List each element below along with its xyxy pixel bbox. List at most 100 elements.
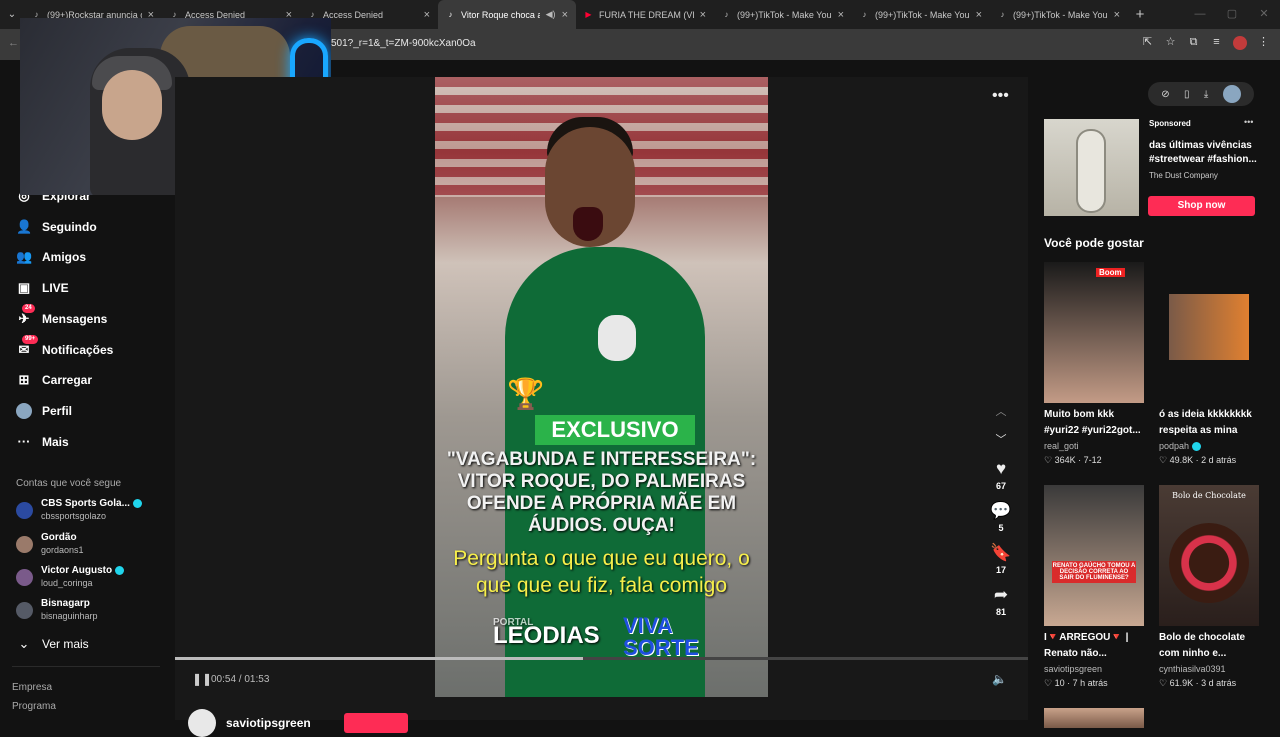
new-tab-icon[interactable]: + xyxy=(1128,6,1152,23)
nav-mensagens[interactable]: ✈ 24 Mensagens xyxy=(16,304,108,327)
tab-title: Vitor Roque choca ao xyxy=(461,9,540,20)
phone-icon[interactable]: ▯ xyxy=(1184,89,1190,100)
recommendation-card[interactable] xyxy=(1044,708,1144,728)
toolbar-pill: ⊘ ▯ ⤓ xyxy=(1148,82,1254,106)
heart-icon: ♥ xyxy=(995,459,1007,478)
notifications-icon: ✉ 99+ xyxy=(16,335,39,358)
tab-title: Access Denied xyxy=(323,9,384,20)
video-frame[interactable]: 🏆 EXCLUSIVO "VAGABUNDA E INTERESSEIRA": … xyxy=(435,77,768,697)
following-account[interactable]: CBS Sports Gola... cbssportsgolazo xyxy=(16,498,142,522)
close-icon[interactable]: × xyxy=(424,9,430,21)
browser-tab[interactable]: ♪ (99+)TikTok - Make Your × xyxy=(852,0,990,29)
download-icon[interactable]: ⤓ xyxy=(1204,89,1208,100)
messages-badge: 24 xyxy=(22,304,35,313)
nav-mais[interactable]: ··· Mais xyxy=(16,434,69,450)
follow-button[interactable] xyxy=(344,713,408,733)
footer-link-empresa[interactable]: Empresa xyxy=(12,682,52,693)
ad-thumbnail[interactable] xyxy=(1044,119,1139,216)
comment-button[interactable]: 💬 5 xyxy=(987,501,1015,535)
url-text[interactable]: 501?_r=1&_t=ZM-900kcXan0Oa xyxy=(331,38,476,49)
chevron-down-icon[interactable]: ﹀ xyxy=(991,431,1011,447)
close-icon[interactable]: × xyxy=(838,9,844,21)
browser-tab[interactable]: ▶ FURIA THE DREAM (VLOG × xyxy=(576,0,714,29)
share-button[interactable]: ➦ 81 xyxy=(987,585,1015,619)
nav-seguindo[interactable]: 👤 Seguindo xyxy=(16,219,97,235)
chevron-up-icon[interactable]: ︿ xyxy=(991,403,1011,419)
browser-tab[interactable]: ♪ (99+)TikTok - Make Your × xyxy=(714,0,852,29)
close-icon[interactable]: × xyxy=(562,9,568,21)
dot-separator: · xyxy=(1064,678,1073,688)
account-handle: bisnaguinharp xyxy=(41,611,98,621)
ad-title[interactable]: das últimas vivências #streetwear #fashi… xyxy=(1149,139,1261,167)
verified-icon xyxy=(132,498,142,508)
account-name: Victor Augusto xyxy=(41,565,113,576)
avatar xyxy=(16,601,33,619)
nav-carregar[interactable]: ⊞ Carregar xyxy=(16,372,92,388)
like-button[interactable]: ♥ 67 xyxy=(987,459,1015,493)
avatar xyxy=(16,535,33,553)
see-more-button[interactable]: ⌄ Ver mais xyxy=(16,636,89,652)
speaker-icon[interactable]: ◀) xyxy=(546,9,556,20)
card-stats: ♡ 49.8K · 2 d atrás xyxy=(1159,453,1259,467)
bookmark-icon: 🔖 xyxy=(990,543,1012,562)
back-icon[interactable]: ← xyxy=(8,37,19,49)
following-account[interactable]: Victor Augusto loud_coringa xyxy=(16,565,125,589)
following-account[interactable]: Bisnagarp bisnaguinharp xyxy=(16,598,98,622)
nav-perfil[interactable]: Perfil xyxy=(16,403,72,419)
card-thumbnail: Bolo de Chocolate xyxy=(1159,485,1259,626)
footer-link-programa[interactable]: Programa xyxy=(12,701,56,712)
recommendation-card[interactable]: RENATO GAÚCHO TOMOU A DECISÃO CORRETA AO… xyxy=(1044,485,1144,690)
pause-icon[interactable]: ❚❚ xyxy=(192,672,212,686)
shop-now-button[interactable]: Shop now xyxy=(1148,196,1255,216)
see-more-label: Ver mais xyxy=(42,637,89,651)
author-name[interactable]: saviotipsgreen xyxy=(226,716,311,730)
avatar xyxy=(16,501,33,519)
recommendation-card[interactable]: ó as ideia kkkkkkkk respeita as mina po.… xyxy=(1159,262,1259,467)
notifications-badge: 99+ xyxy=(22,335,39,344)
close-window-icon[interactable]: ✕ xyxy=(1248,0,1280,29)
nav-amigos[interactable]: 👥 Amigos xyxy=(16,249,86,265)
ad-more-icon[interactable]: ••• xyxy=(1244,117,1253,127)
address-bar-icons: ⇱ ☆ ⧉ ≡ ⋮ xyxy=(1141,36,1270,50)
bookmark-star-icon[interactable]: ☆ xyxy=(1164,36,1177,49)
install-icon[interactable]: ⇱ xyxy=(1141,36,1154,49)
recommendation-card[interactable]: Boom Muito bom kkk #yuri22 #yuri22got...… xyxy=(1044,262,1144,467)
browser-tab[interactable]: ♪ (99+)TikTok - Make Your × xyxy=(990,0,1128,29)
maximize-icon[interactable]: ▢ xyxy=(1216,0,1248,29)
close-icon[interactable]: × xyxy=(700,9,706,21)
user-avatar[interactable] xyxy=(1222,85,1241,103)
menu-icon[interactable]: ⋮ xyxy=(1257,36,1270,49)
profile-icon xyxy=(16,403,32,419)
close-icon[interactable]: × xyxy=(976,9,982,21)
tiktok-icon: ♪ xyxy=(862,10,867,19)
ad-company: The Dust Company xyxy=(1149,171,1218,180)
chevron-down-icon: ⌄ xyxy=(18,636,30,651)
nav-live[interactable]: ▣ LIVE xyxy=(16,280,69,296)
video-time: 00:54 / 01:53 xyxy=(211,674,270,685)
heart-icon: ♡ xyxy=(1044,455,1055,465)
recommendation-card[interactable]: Bolo de Chocolate Bolo de chocolate com … xyxy=(1159,485,1259,690)
card-stats: ♡ 61.9K · 3 d atrás xyxy=(1159,676,1259,690)
close-icon[interactable]: × xyxy=(1114,9,1120,21)
browser-tab-active[interactable]: ♪ Vitor Roque choca ao ◀) × xyxy=(438,0,576,29)
card-stats: ♡ 364K · 7-12 xyxy=(1044,453,1144,467)
following-icon: 👤 xyxy=(16,219,33,234)
media-icon[interactable]: ≡ xyxy=(1210,36,1223,49)
author-avatar[interactable] xyxy=(188,709,216,737)
extensions-icon[interactable]: ⧉ xyxy=(1187,36,1200,49)
nav-label: Mensagens xyxy=(42,312,108,326)
watermark-leodias: PORTAL LEODIAS xyxy=(493,617,600,650)
card-author: cynthiasilva0391 xyxy=(1159,664,1226,674)
minimize-icon[interactable]: — xyxy=(1184,0,1216,29)
video-progress-bar[interactable] xyxy=(175,657,1028,660)
explore-icon[interactable]: ⊘ xyxy=(1161,89,1169,100)
nav-notificacoes[interactable]: ✉ 99+ Notificações xyxy=(16,335,113,358)
nav-label: LIVE xyxy=(42,281,69,295)
thumb-band: RENATO GAÚCHO TOMOU A DECISÃO CORRETA AO… xyxy=(1052,561,1136,583)
following-account[interactable]: Gordão gordaons1 xyxy=(16,532,84,556)
more-options-icon[interactable]: ••• xyxy=(992,87,1009,105)
profile-avatar[interactable] xyxy=(1233,36,1247,50)
volume-icon[interactable]: 🔈 xyxy=(992,672,1007,686)
save-button[interactable]: 🔖 17 xyxy=(987,543,1015,577)
card-author: real_goti xyxy=(1044,441,1079,451)
